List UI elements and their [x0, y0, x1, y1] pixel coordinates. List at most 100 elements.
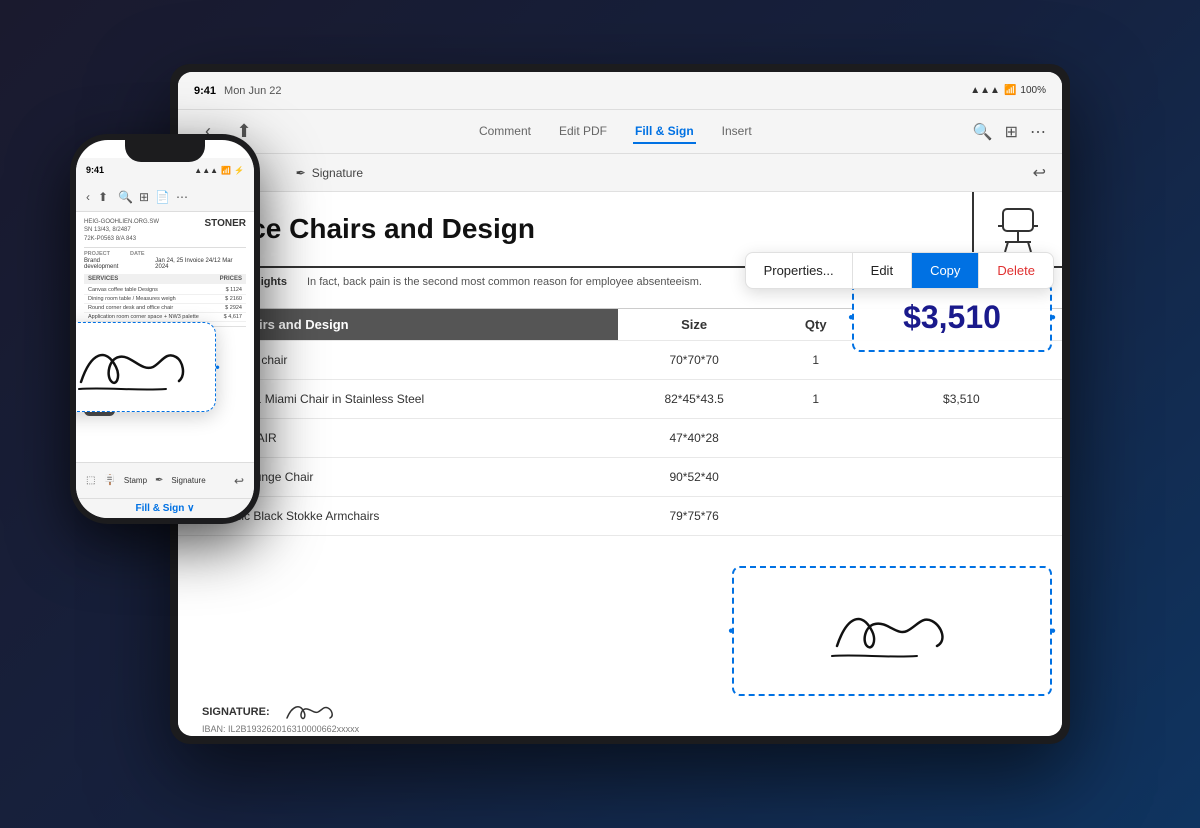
phone-notch: [125, 140, 205, 162]
tablet-document: Properties... Edit Copy Delete $3,510: [178, 192, 1062, 736]
phone-selection-icon[interactable]: ⬚: [86, 475, 95, 486]
row-size-1: 70*70*70: [618, 340, 771, 379]
grid-icon[interactable]: ⊞: [1005, 122, 1018, 142]
phone-status: ▲▲▲ 📶 ⚡: [194, 166, 244, 175]
phone-bottom-bar: ⬚ 🪧 Stamp ✒ Signature ↩: [76, 462, 254, 498]
context-menu: Properties... Edit Copy Delete: [745, 252, 1054, 289]
phone-sig-label: Signature: [171, 476, 205, 485]
signature-box-document[interactable]: [732, 566, 1052, 696]
phone-stamp-label: Stamp: [124, 476, 147, 485]
phone-fill-sign-label: Fill & Sign ∨: [136, 503, 195, 514]
tab-insert[interactable]: Insert: [720, 120, 754, 144]
table-row: Ghidini 1961 Miami Chair in Stainless St…: [178, 379, 1062, 418]
tablet-status-icons: ▲▲▲ 📶 100%: [970, 85, 1046, 96]
col-header-size: Size: [618, 309, 771, 341]
table-row: HYDEN CHAIR 47*40*28: [178, 418, 1062, 457]
label-date: DATE: [130, 251, 145, 257]
row-qty-4: [771, 457, 861, 496]
phone-doc-icon[interactable]: 📄: [155, 190, 170, 204]
service-price-4: $ 4,617: [224, 314, 242, 320]
row-size-4: 90*52*40: [618, 457, 771, 496]
phone-signature-popup[interactable]: [76, 322, 216, 412]
search-icon[interactable]: 🔍: [973, 122, 993, 142]
service-name-3: Round corner desk and office chair: [88, 305, 173, 311]
toolbar-right: 🔍 ⊞ ⋯: [973, 122, 1046, 142]
signature-drawing: [817, 596, 967, 666]
signal-icon: ▲▲▲: [970, 85, 1000, 96]
row-price-2: $3,510: [861, 379, 1062, 418]
phone-battery-icon: ⚡: [234, 166, 244, 175]
tab-fill-sign[interactable]: Fill & Sign: [633, 120, 696, 144]
more-icon[interactable]: ⋯: [1030, 122, 1046, 142]
doc-title: Office Chairs and Design: [202, 212, 948, 246]
row-price-3: [861, 418, 1062, 457]
phone-signal-icon: ▲▲▲: [194, 166, 218, 175]
doc-signature-footer: SIGNATURE:: [202, 698, 342, 726]
phone-time: 9:41: [86, 165, 104, 175]
service-price-2: $ 2160: [225, 296, 242, 302]
phone-from-extra: 72K-P0563 8/A 843: [84, 235, 159, 243]
phone-invoice-header: HEIG-GOOHLIEN.ORG.SW SN 13/43, 8/2487 72…: [84, 218, 246, 243]
row-size-3: 47*40*28: [618, 418, 771, 457]
phone-search-icon[interactable]: 🔍: [118, 190, 133, 204]
table-row: Pair Iconic Black Stokke Armchairs 79*75…: [178, 496, 1062, 535]
chair-icon: [993, 204, 1043, 254]
phone-share-icon[interactable]: ⬆: [98, 190, 108, 204]
undo-button[interactable]: ↩: [1033, 163, 1046, 183]
tab-comment[interactable]: Comment: [477, 120, 533, 144]
properties-menu-item[interactable]: Properties...: [746, 253, 853, 288]
tablet-device: 9:41 Mon Jun 22 ▲▲▲ 📶 100% ‹ ⬆ Comment E…: [170, 64, 1070, 744]
row-price-5: [861, 496, 1062, 535]
footer-signature-svg: [282, 698, 342, 726]
tablet-date: Mon Jun 22: [224, 85, 962, 97]
phone-popup-sig-svg: [76, 337, 191, 397]
service-name-1: Canvas coffee table Designs: [88, 287, 158, 293]
phone-fill-sign-bar[interactable]: Fill & Sign ∨: [76, 498, 254, 518]
label-project: PROJECT: [84, 251, 110, 257]
signature-footer-label: SIGNATURE:: [202, 706, 270, 718]
phone-service-row-3: Round corner desk and office chair $ 292…: [84, 304, 246, 313]
row-size-5: 79*75*76: [618, 496, 771, 535]
row-qty-5: [771, 496, 861, 535]
row-qty-2: 1: [771, 379, 861, 418]
phone-from-info: HEIG-GOOHLIEN.ORG.SW SN 13/43, 8/2487 72…: [84, 218, 159, 243]
price-value: $3,510: [903, 299, 1001, 336]
signature-label: Signature: [312, 166, 363, 180]
phone-service-row-4: Application room corner space + NW3 pale…: [84, 313, 246, 322]
phone-values: Brand development Jan 24, 25 Invoice 24/…: [84, 258, 246, 270]
phone-undo-icon[interactable]: ↩: [234, 474, 244, 488]
tablet-toolbar: ‹ ⬆ Comment Edit PDF Fill & Sign Insert …: [178, 110, 1062, 154]
phone-more-icon[interactable]: ⋯: [176, 190, 188, 204]
signature-button[interactable]: ✒ Signature: [286, 162, 373, 184]
wifi-icon: 📶: [1004, 85, 1016, 96]
service-price-1: $ 1124: [226, 287, 242, 293]
copy-menu-item[interactable]: Copy: [912, 253, 979, 288]
toolbar-tabs: Comment Edit PDF Fill & Sign Insert: [270, 120, 961, 144]
tab-edit-pdf[interactable]: Edit PDF: [557, 120, 609, 144]
phone-from-addr: SN 13/43, 8/2487: [84, 226, 159, 234]
edit-menu-item[interactable]: Edit: [853, 253, 912, 288]
phone-sig-icon[interactable]: ✒: [155, 475, 163, 486]
tablet-subtoolbar: 🪧 Stamp ✒ Signature ↩: [178, 154, 1062, 192]
value-project: Brand development: [84, 258, 135, 270]
prices-label: PRICES: [220, 276, 242, 282]
phone-back-icon[interactable]: ‹: [86, 190, 90, 204]
service-name-2: Dining room table / Measures weigh: [88, 296, 176, 302]
phone-screen: 9:41 ▲▲▲ 📶 ⚡ ‹ ⬆ 🔍 ⊞ 📄 ⋯: [76, 140, 254, 518]
tablet-screen: 9:41 Mon Jun 22 ▲▲▲ 📶 100% ‹ ⬆ Comment E…: [178, 72, 1062, 736]
phone-services-header: SERVICES PRICES: [84, 274, 246, 284]
phone-company-name: STONER: [205, 218, 247, 243]
phone-device: 9:41 ▲▲▲ 📶 ⚡ ‹ ⬆ 🔍 ⊞ 📄 ⋯: [70, 134, 260, 524]
service-name-4: Application room corner space + NW3 pale…: [88, 314, 199, 320]
delete-menu-item[interactable]: Delete: [979, 253, 1053, 288]
tablet-time: 9:41: [194, 85, 216, 97]
signature-icon: ✒: [296, 166, 306, 180]
phone-stamp-icon[interactable]: 🪧: [103, 475, 115, 486]
price-highlight-box: $3,510: [852, 282, 1052, 352]
phone-service-row-2: Dining room table / Measures weigh $ 216…: [84, 295, 246, 304]
phone-grid-icon[interactable]: ⊞: [139, 190, 149, 204]
row-price-4: [861, 457, 1062, 496]
phone-labels: PROJECT DATE: [84, 251, 246, 257]
value-date: Jan 24, 25 Invoice 24/12 Mar 2024: [155, 258, 246, 270]
phone-from-name: HEIG-GOOHLIEN.ORG.SW: [84, 218, 159, 226]
